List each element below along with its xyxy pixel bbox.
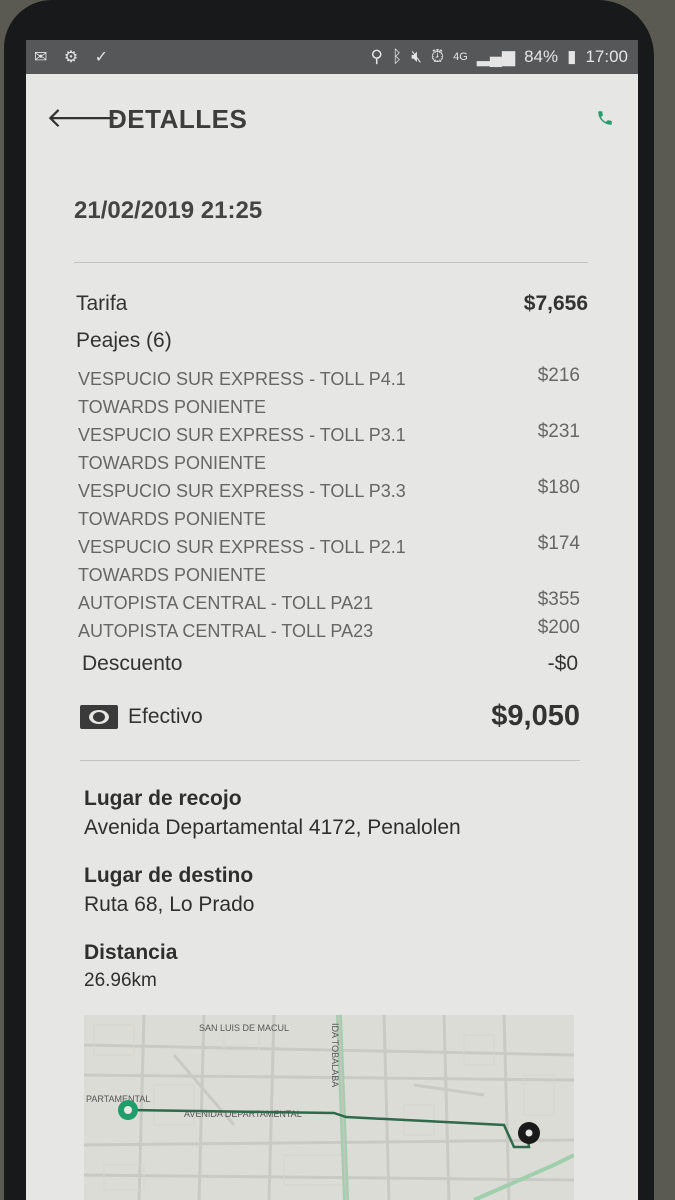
fare-label: Tarifa bbox=[76, 292, 128, 315]
toll-direction: TOWARDS PONIENTE bbox=[78, 397, 267, 417]
bluetooth-icon: ᛒ bbox=[391, 47, 403, 66]
pickup-address: Avenida Departamental 4172, Penalolen bbox=[84, 816, 461, 839]
status-bar: ✉ ⚙ ✓ ⚲ ᛒ 🔇︎ ⏰︎ 4G ▂▄▆ 84% ▮ 17:00 bbox=[26, 40, 638, 74]
toll-item: VESPUCIO SUR EXPRESS - TOLL P4.1 $216 TOW… bbox=[78, 365, 580, 421]
toll-amount: $200 bbox=[537, 617, 580, 638]
toll-direction: TOWARDS PONIENTE bbox=[78, 509, 267, 529]
mute-icon: 🔇︎ bbox=[411, 47, 422, 66]
cash-icon bbox=[80, 704, 118, 729]
payment-method-label: Efectivo bbox=[128, 704, 203, 728]
map-svg: SAN LUIS DE MACUL IDA TOBALABA AVENIDA D… bbox=[84, 1015, 574, 1200]
battery-icon: ▮ bbox=[567, 47, 577, 66]
toll-amount: $174 bbox=[537, 533, 580, 554]
clock: 17:00 bbox=[585, 47, 628, 66]
payment-method: Efectivo bbox=[80, 704, 203, 729]
toll-item: VESPUCIO SUR EXPRESS - TOLL P2.1 $174 TOW… bbox=[78, 533, 580, 589]
map-street-label: PARTAMENTAL bbox=[86, 1094, 150, 1104]
toll-amount: $355 bbox=[537, 589, 580, 610]
fare-row: Tarifa $7,656 bbox=[76, 292, 588, 316]
toll-name: AUTOPISTA CENTRAL - TOLL PA21 bbox=[78, 593, 374, 613]
tolls-label: Peajes (6) bbox=[76, 329, 172, 352]
app-screen: ✉ ⚙ ✓ ⚲ ᛒ 🔇︎ ⏰︎ 4G ▂▄▆ 84% ▮ 17:00 🡐 DET… bbox=[26, 40, 638, 1200]
toll-name: AUTOPISTA CENTRAL - TOLL PA23 bbox=[78, 621, 374, 641]
discount-row: Descuento -$0 bbox=[82, 652, 578, 676]
pickup-label: Lugar de recojo bbox=[84, 787, 242, 810]
toll-item: AUTOPISTA CENTRAL - TOLL PA21 $355 bbox=[78, 589, 580, 617]
status-right: ⚲ ᛒ 🔇︎ ⏰︎ 4G ▂▄▆ 84% ▮ 17:00 bbox=[371, 47, 628, 67]
app-bar: 🡐 DETALLES bbox=[26, 74, 638, 164]
toll-direction: TOWARDS PONIENTE bbox=[78, 453, 267, 473]
toll-amount: $180 bbox=[537, 477, 580, 498]
map-street-label: SAN LUIS DE MACUL bbox=[199, 1023, 289, 1033]
notification-icons: ✉ ⚙ ✓ bbox=[34, 49, 115, 66]
trip-datetime: 21/02/2019 21:25 bbox=[74, 197, 263, 224]
distance-label: Distancia bbox=[84, 941, 178, 964]
toll-name: VESPUCIO SUR EXPRESS - TOLL P4.1 bbox=[78, 369, 406, 389]
phone-frame: ✉ ⚙ ✓ ⚲ ᛒ 🔇︎ ⏰︎ 4G ▂▄▆ 84% ▮ 17:00 🡐 DET… bbox=[4, 0, 654, 1200]
toll-amount: $231 bbox=[537, 421, 580, 442]
toll-direction: TOWARDS PONIENTE bbox=[78, 565, 267, 585]
fare-value: $7,656 bbox=[523, 292, 588, 315]
toll-item: AUTOPISTA CENTRAL - TOLL PA23 $200 bbox=[78, 617, 580, 645]
page-title: DETALLES bbox=[108, 104, 248, 134]
discount-value: -$0 bbox=[547, 652, 578, 675]
toll-name: VESPUCIO SUR EXPRESS - TOLL P3.3 bbox=[78, 481, 406, 501]
toll-item: VESPUCIO SUR EXPRESS - TOLL P3.3 $180 TOW… bbox=[78, 477, 580, 533]
destination-label: Lugar de destino bbox=[84, 864, 254, 887]
location-icon: ⚲ bbox=[370, 47, 383, 66]
battery-level: 84% bbox=[524, 47, 559, 66]
discount-label: Descuento bbox=[82, 652, 183, 675]
route-map[interactable]: SAN LUIS DE MACUL IDA TOBALABA AVENIDA D… bbox=[84, 1015, 574, 1200]
destination-address: Ruta 68, Lo Prado bbox=[84, 893, 255, 916]
network-label: 4G bbox=[453, 51, 468, 63]
total-amount: $9,050 bbox=[491, 700, 580, 732]
toll-amount: $216 bbox=[537, 365, 580, 386]
toll-name: VESPUCIO SUR EXPRESS - TOLL P2.1 bbox=[78, 537, 406, 557]
distance-value: 26.96km bbox=[84, 970, 157, 991]
toll-name: VESPUCIO SUR EXPRESS - TOLL P3.1 bbox=[78, 425, 406, 445]
alarm-icon: ⏰︎ bbox=[430, 47, 445, 66]
divider bbox=[80, 760, 580, 761]
map-street-label: IDA TOBALABA bbox=[330, 1023, 340, 1087]
divider bbox=[74, 262, 588, 263]
toll-item: VESPUCIO SUR EXPRESS - TOLL P3.1 $231 TOW… bbox=[78, 421, 580, 477]
payment-row: Efectivo $9,050 bbox=[80, 700, 580, 733]
signal-icon: ▂▄▆ bbox=[476, 47, 516, 66]
call-icon[interactable] bbox=[596, 108, 614, 133]
